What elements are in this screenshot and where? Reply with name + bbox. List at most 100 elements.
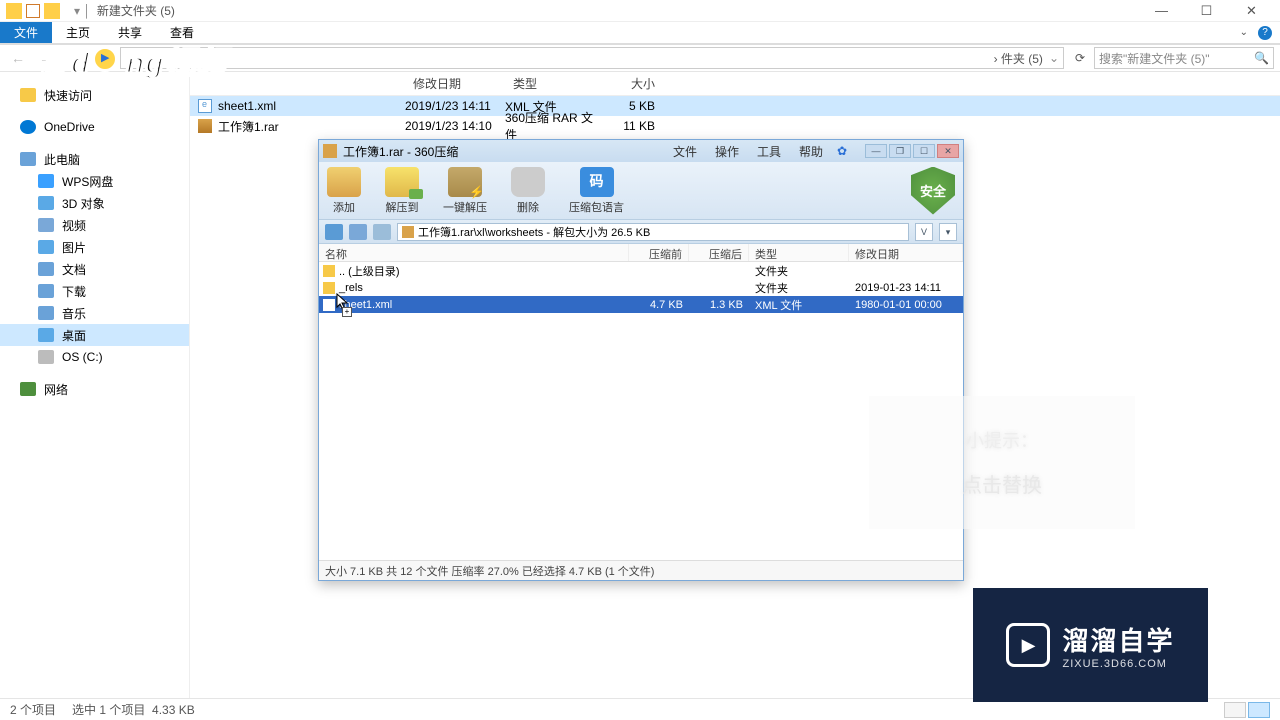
archive-titlebar[interactable]: 工作簿1.rar - 360压缩 文件 操作 工具 帮助 ✿ — ❐ ☐ ✕	[319, 140, 963, 162]
archive-app-icon	[323, 144, 337, 158]
menu-operation[interactable]: 操作	[715, 143, 739, 160]
document-icon	[38, 262, 54, 276]
ribbon-collapse-icon[interactable]: ⌄	[1240, 27, 1248, 38]
address-bar-row: ← → ⌄ ↑ › 件夹 (5) ⌄ ⟳ 搜索"新建文件夹 (5)" 🔍	[0, 44, 1280, 72]
archive-row-folder[interactable]: _rels 文件夹2019-01-23 14:11	[319, 279, 963, 296]
arc-col-post[interactable]: 压缩后	[689, 244, 749, 261]
folder-icon	[323, 282, 335, 294]
security-shield[interactable]: 安全	[911, 167, 955, 215]
col-date[interactable]: 修改日期	[405, 75, 505, 92]
file-row[interactable]: 工作簿1.rar 2019/1/23 14:10 360压缩 RAR 文件 11…	[190, 116, 1280, 136]
arc-col-pre[interactable]: 压缩前	[629, 244, 689, 261]
folder-icon	[323, 265, 335, 277]
column-headers[interactable]: 名称 修改日期 类型 大小	[190, 72, 1280, 96]
search-placeholder: 搜索"新建文件夹 (5)"	[1099, 50, 1210, 67]
watermark-bottom-logo: 溜溜自学 ZIXUE.3D66.COM	[973, 588, 1208, 702]
pc-icon	[20, 152, 36, 166]
refresh-button[interactable]: ⟳	[1070, 51, 1090, 65]
col-type[interactable]: 类型	[505, 75, 605, 92]
breadcrumb-tail[interactable]: 件夹 (5)	[1001, 52, 1043, 66]
window-title: 新建文件夹 (5)	[97, 2, 175, 19]
tab-share[interactable]: 共享	[104, 22, 156, 43]
sidebar-network[interactable]: 网络	[0, 378, 189, 400]
file-row[interactable]: sheet1.xml 2019/1/23 14:11 XML 文件 5 KB	[190, 96, 1280, 116]
archive-row-file[interactable]: sheet1.xml 4.7 KB 1.3 KB XML 文件 1980-01-…	[319, 296, 963, 313]
search-input[interactable]: 搜索"新建文件夹 (5)" 🔍	[1094, 47, 1274, 69]
menu-file[interactable]: 文件	[673, 143, 697, 160]
status-selected: 选中 1 个项目 4.33 KB	[72, 701, 195, 718]
wps-icon	[38, 174, 54, 188]
minimize-button[interactable]: —	[1139, 1, 1184, 21]
up-icon[interactable]	[325, 224, 343, 240]
network-icon	[20, 382, 36, 396]
sidebar-drive-c[interactable]: OS (C:)	[0, 346, 189, 368]
close-button[interactable]: ✕	[1229, 1, 1274, 21]
add-button[interactable]: 添加	[327, 167, 361, 215]
tab-view[interactable]: 查看	[156, 22, 208, 43]
help-icon[interactable]: ?	[1258, 26, 1272, 40]
code-icon	[580, 167, 614, 197]
archive-column-headers[interactable]: 名称 压缩前 压缩后 类型 修改日期	[319, 244, 963, 262]
archive-file-list: .. (上级目录) 文件夹 _rels 文件夹2019-01-23 14:11 …	[319, 262, 963, 560]
extract-to-button[interactable]: 解压到	[385, 167, 419, 215]
search-icon[interactable]: 🔍	[1254, 51, 1269, 65]
star-icon[interactable]: ✿	[837, 144, 851, 158]
view-icons-button[interactable]	[1248, 702, 1270, 718]
oneclick-extract-button[interactable]: 一键解压	[443, 167, 487, 215]
dropdown-v-button[interactable]: V	[915, 223, 933, 241]
maximize-button[interactable]: ☐	[1184, 1, 1229, 21]
menu-help[interactable]: 帮助	[799, 143, 823, 160]
language-button[interactable]: 压缩包语言	[569, 167, 624, 215]
tab-home[interactable]: 主页	[52, 22, 104, 43]
archive-close-button[interactable]: ✕	[937, 144, 959, 158]
address-bar[interactable]: › 件夹 (5) ⌄	[120, 47, 1064, 69]
sidebar-video[interactable]: 视频	[0, 214, 189, 236]
col-size[interactable]: 大小	[605, 75, 665, 92]
sidebar-3d[interactable]: 3D 对象	[0, 192, 189, 214]
archive-minimize-button[interactable]: —	[865, 144, 887, 158]
archive-restore-button[interactable]: ❐	[889, 144, 911, 158]
delete-button[interactable]: 删除	[511, 167, 545, 215]
view-tiles-icon[interactable]	[349, 224, 367, 240]
sidebar-wps[interactable]: WPS网盘	[0, 170, 189, 192]
sidebar-documents[interactable]: 文档	[0, 258, 189, 280]
address-dropdown-icon[interactable]: ⌄	[1049, 51, 1059, 65]
folder-icon	[6, 3, 22, 19]
view-list-icon[interactable]	[373, 224, 391, 240]
sidebar: 快速访问 OneDrive 此电脑 WPS网盘 3D 对象 视频 图片 文档 下…	[0, 72, 190, 698]
ribbon-tabs: 文件 主页 共享 查看 ⌄ ?	[0, 22, 1280, 44]
archive-path[interactable]: 工作簿1.rar\xl\worksheets - 解包大小为 26.5 KB	[397, 223, 909, 241]
dropdown-arrow-button[interactable]: ▾	[939, 223, 957, 241]
sidebar-pictures[interactable]: 图片	[0, 236, 189, 258]
status-item-count: 2 个项目	[10, 701, 56, 718]
archive-row-parent[interactable]: .. (上级目录) 文件夹	[319, 262, 963, 279]
archive-title: 工作簿1.rar - 360压缩	[343, 143, 458, 160]
sidebar-downloads[interactable]: 下载	[0, 280, 189, 302]
extract-icon	[385, 167, 419, 197]
sidebar-this-pc[interactable]: 此电脑	[0, 148, 189, 170]
col-name[interactable]: 名称	[190, 75, 405, 92]
video-icon	[38, 218, 54, 232]
menu-tool[interactable]: 工具	[757, 143, 781, 160]
view-details-button[interactable]	[1224, 702, 1246, 718]
forward-button[interactable]: →	[34, 50, 58, 66]
trash-icon	[511, 167, 545, 197]
up-button[interactable]: ↑	[90, 50, 114, 66]
archive-maximize-button[interactable]: ☐	[913, 144, 935, 158]
sidebar-music[interactable]: 音乐	[0, 302, 189, 324]
sidebar-onedrive[interactable]: OneDrive	[0, 116, 189, 138]
sidebar-quick-access[interactable]: 快速访问	[0, 84, 189, 106]
file-icon	[323, 299, 335, 311]
back-button[interactable]: ←	[6, 50, 30, 66]
tab-file[interactable]: 文件	[0, 22, 52, 43]
drive-icon	[38, 350, 54, 364]
arc-col-date[interactable]: 修改日期	[849, 244, 963, 261]
arc-col-name[interactable]: 名称	[319, 244, 629, 261]
archive-nav-bar: 工作簿1.rar\xl\worksheets - 解包大小为 26.5 KB V…	[319, 220, 963, 244]
star-icon	[20, 88, 36, 102]
history-dropdown[interactable]: ⌄	[62, 53, 86, 64]
tip-overlay: 小提示： 点击替换	[869, 396, 1135, 529]
sidebar-desktop[interactable]: 桌面	[0, 324, 189, 346]
arc-col-type[interactable]: 类型	[749, 244, 849, 261]
archive-toolbar: 添加 解压到 一键解压 删除 压缩包语言 安全	[319, 162, 963, 220]
